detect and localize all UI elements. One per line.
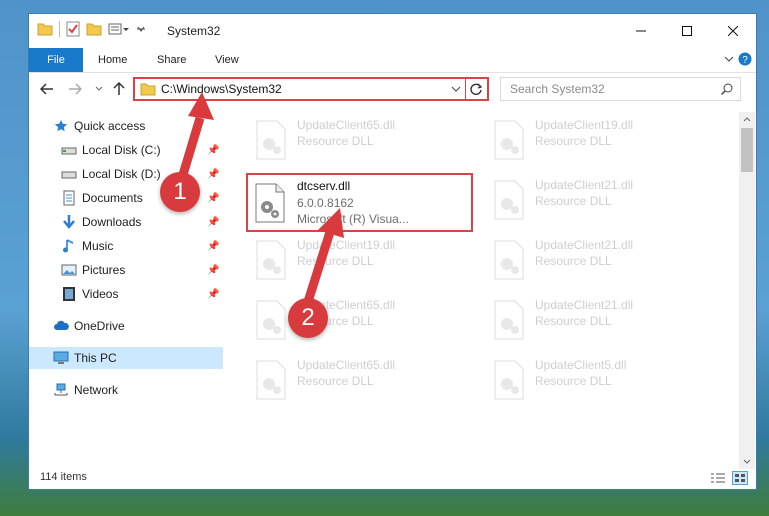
annotation-arrow-1 — [177, 116, 205, 180]
annotation-badge-1: 1 — [160, 172, 200, 212]
annotation-arrow-2 — [301, 230, 335, 310]
annotation-arrowhead-2 — [318, 208, 344, 238]
annotation-arrowhead-1 — [188, 92, 214, 120]
annotation-badge-2: 2 — [288, 298, 328, 338]
annotation-overlay — [177, 92, 344, 310]
